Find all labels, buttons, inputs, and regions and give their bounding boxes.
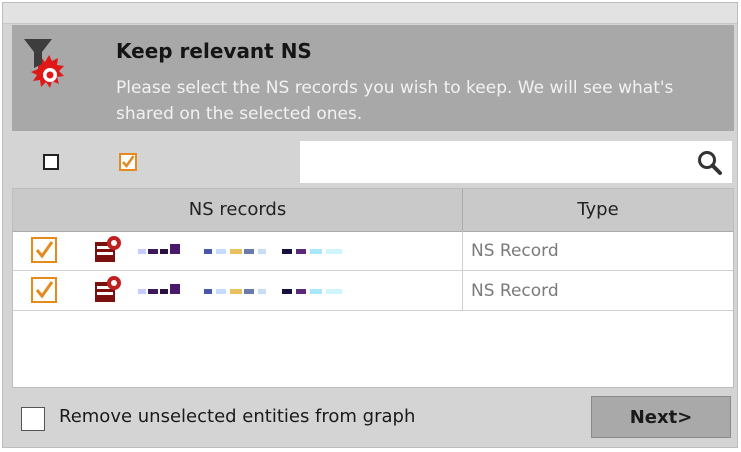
row-checkbox-checked-icon[interactable] xyxy=(29,275,59,305)
dialog-title: Keep relevant NS xyxy=(116,39,312,63)
ns-records-table: NS records Type NS Record NS Record xyxy=(12,188,734,388)
table-header: NS records Type xyxy=(13,189,733,232)
table-row[interactable]: NS Record xyxy=(13,231,733,271)
redacted-record-name xyxy=(138,244,342,254)
ns-record-icon xyxy=(95,276,121,302)
remove-unselected-label[interactable]: Remove unselected entities from graph xyxy=(59,406,415,427)
select-all-checkbox-icon[interactable] xyxy=(119,153,137,171)
selection-toolbar xyxy=(12,137,734,187)
row-checkbox-checked-icon[interactable] xyxy=(29,235,59,265)
dialog-header: Keep relevant NS Please select the NS re… xyxy=(12,25,734,131)
ns-record-cell xyxy=(13,231,463,271)
ns-record-cell xyxy=(13,271,463,311)
remove-unselected-checkbox[interactable] xyxy=(21,407,45,431)
deselect-all-checkbox-icon[interactable] xyxy=(43,154,59,170)
column-header-type[interactable]: Type xyxy=(463,189,733,231)
dialog-description: Please select the NS records you wish to… xyxy=(116,78,674,124)
redacted-record-name xyxy=(138,284,342,294)
search-box xyxy=(300,141,732,183)
search-icon[interactable] xyxy=(696,149,724,177)
table-row[interactable]: NS Record xyxy=(13,271,733,311)
ns-record-icon xyxy=(95,236,121,262)
column-header-ns-records[interactable]: NS records xyxy=(13,189,463,231)
keep-relevant-ns-dialog: Keep relevant NS Please select the NS re… xyxy=(2,2,738,448)
next-button[interactable]: Next> xyxy=(591,396,731,438)
search-input[interactable] xyxy=(310,149,684,177)
filter-target-icon xyxy=(24,39,64,88)
dialog-top-strip xyxy=(3,3,737,24)
type-cell: NS Record xyxy=(471,281,559,301)
type-cell: NS Record xyxy=(471,241,559,261)
